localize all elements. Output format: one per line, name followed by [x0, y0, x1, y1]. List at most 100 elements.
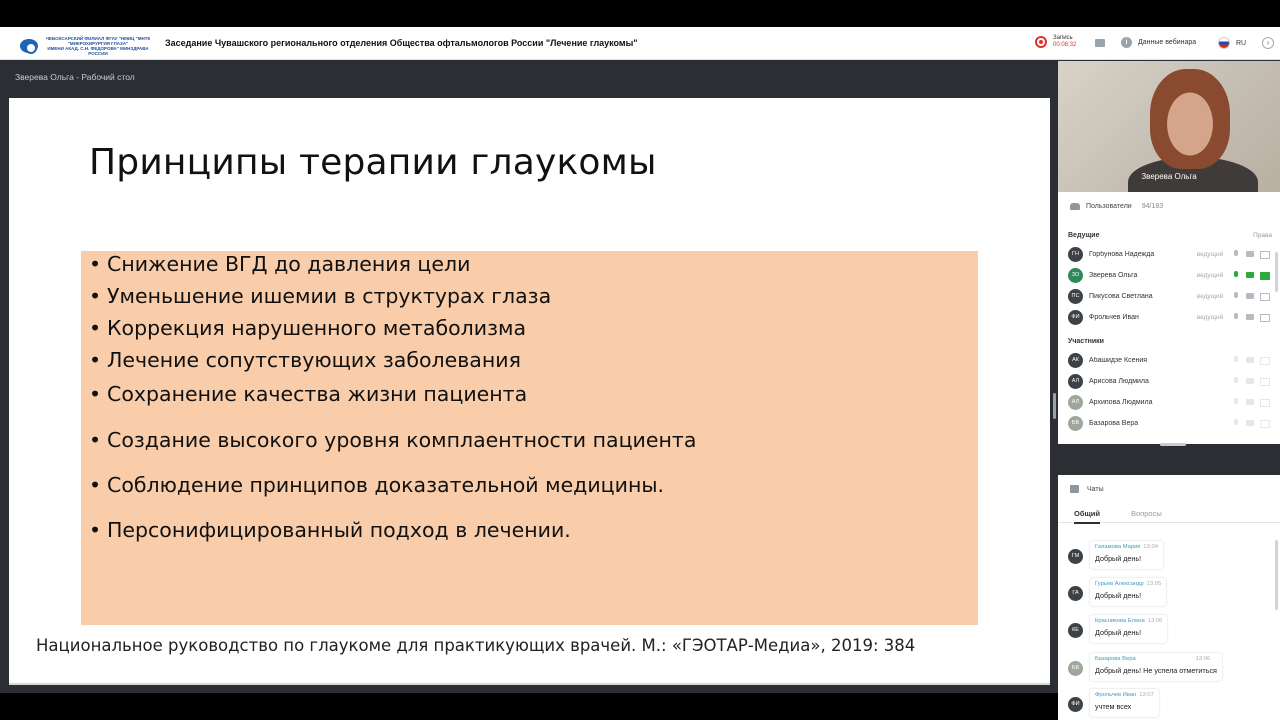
screen-share-icon[interactable] [1260, 292, 1270, 301]
chat-panel: Чаты Общий Вопросы ГМ Галамова Мария 13:0… [1058, 475, 1280, 720]
camera-icon[interactable] [1246, 377, 1254, 385]
panel-divider-handle[interactable] [1160, 443, 1186, 446]
logo-line: ИМЕНИ АКАД. С.Н. ФЕДОРОВА" МИНЗДРАВА РОС… [47, 46, 149, 56]
tab-questions[interactable]: Вопросы [1131, 509, 1162, 518]
bullet-text: Коррекция нарушенного метаболизма [107, 316, 527, 340]
screen-share-icon[interactable] [1260, 250, 1270, 259]
bullet-text: Персонифицированный подход в лечении. [107, 518, 571, 542]
message-time: 13:04 [1143, 544, 1158, 550]
message-time: 13:06 [1195, 656, 1211, 662]
language-selector[interactable]: RU [1218, 37, 1246, 49]
screen-share-icon[interactable] [1260, 398, 1270, 407]
user-name: Арисова Людмила [1089, 377, 1149, 385]
bullet-item: • Персонифицированный подход в лечении. [89, 518, 571, 542]
bullet-item: • Создание высокого уровня комплаентности… [89, 428, 696, 452]
user-row[interactable]: ГН Горбунова Надежда ведущий [1068, 246, 1270, 262]
bullet-item: • Снижение ВГД до давления цели [89, 252, 470, 276]
record-status[interactable]: Запись 00:08:32 [1035, 35, 1076, 49]
camera-icon[interactable] [1246, 419, 1254, 427]
microphone-icon[interactable] [1232, 250, 1240, 258]
chat-scrollbar[interactable] [1275, 540, 1278, 610]
chat-message: КЕ Красникова Елена 13:06 Добрый день! [1068, 615, 1278, 645]
users-header[interactable]: Пользователи 94/183 [1070, 203, 1163, 210]
camera-icon[interactable] [1246, 292, 1254, 300]
avatar: ГН [1068, 246, 1083, 262]
user-role: ведущий [1196, 313, 1224, 321]
chat-icon [1070, 485, 1079, 493]
slide-citation: Национальное руководство по глаукоме для… [36, 636, 916, 655]
chat-header: Чаты [1070, 485, 1104, 493]
presenter-label: Зверева Ольга - Рабочий стол [15, 72, 135, 82]
chat-message: ФИ Фрольчев Иван 13:07 учтем всех [1068, 689, 1278, 719]
user-name: Зверева Ольга [1089, 271, 1138, 279]
user-role: ведущий [1196, 250, 1224, 258]
bullet-text: Создание высокого уровня комплаентности … [107, 428, 697, 452]
microphone-icon[interactable] [1232, 377, 1240, 385]
participants-label: Участники [1068, 338, 1104, 345]
record-icon [1035, 36, 1047, 48]
user-row[interactable]: АЛ Арисова Людмила [1068, 373, 1270, 389]
message-author[interactable]: Галамова Мария [1095, 544, 1140, 550]
camera-icon[interactable] [1246, 250, 1254, 258]
screen-share-icon[interactable] [1260, 419, 1270, 428]
message-author[interactable]: Фрольчев Иван [1095, 692, 1136, 698]
user-row[interactable]: ФИ Фрольчев Иван ведущий [1068, 309, 1270, 325]
video-person-head [1150, 69, 1230, 169]
user-role: ведущий [1196, 292, 1224, 300]
bullet-text: Лечение сопутствующих заболевания [107, 348, 521, 372]
webinar-data-label: Данные вебинара [1138, 39, 1197, 46]
russia-flag-icon [1218, 37, 1230, 49]
microphone-icon[interactable] [1232, 292, 1240, 300]
slide-title: Принципы терапии глаукомы [89, 142, 657, 183]
user-row[interactable]: ЗО Зверева Ольга ведущий [1068, 267, 1270, 283]
bullet-marker: • [89, 518, 102, 542]
video-name-label: Зверева Ольга [1141, 172, 1197, 181]
camera-icon[interactable] [1246, 398, 1254, 406]
user-row[interactable]: БВ Базарова Вера [1068, 415, 1270, 431]
webinar-window: ЧЕБОКСАРСКИЙ ФИЛИАЛ ФГАУ "НМИЦ "МНТК "МИ… [0, 27, 1280, 720]
message-author[interactable]: Гурьев Александр [1095, 581, 1144, 587]
folder-icon[interactable] [1095, 39, 1105, 47]
screen-share-icon[interactable] [1260, 377, 1270, 386]
camera-icon[interactable] [1246, 313, 1254, 321]
microphone-icon[interactable] [1232, 419, 1240, 427]
avatar: БВ [1068, 661, 1083, 676]
message-author[interactable]: Красникова Елена [1095, 618, 1145, 624]
microphone-icon[interactable] [1232, 356, 1240, 364]
screen-share-icon[interactable] [1260, 271, 1270, 280]
bullet-item: • Сохранение качества жизни пациента [89, 382, 527, 406]
bullet-item: • Лечение сопутствующих заболевания [89, 348, 521, 372]
user-name: Архипова Людмила [1089, 398, 1153, 406]
screen-share-icon[interactable] [1260, 356, 1270, 365]
microphone-icon[interactable] [1232, 313, 1240, 321]
camera-icon[interactable] [1246, 356, 1254, 364]
message-time: 13:07 [1139, 692, 1154, 698]
user-row[interactable]: АК Абашидзе Ксения [1068, 352, 1270, 368]
top-bar: ЧЕБОКСАРСКИЙ ФИЛИАЛ ФГАУ "НМИЦ "МНТК "МИ… [0, 27, 1280, 60]
bullets-box: • Снижение ВГД до давления цели • Уменьшен… [81, 251, 978, 625]
hosts-label: Ведущие [1068, 232, 1100, 239]
message-author[interactable]: Базарова Вера [1095, 656, 1136, 662]
panel-resize-handle[interactable] [1053, 393, 1056, 419]
screen-share-icon[interactable] [1260, 313, 1270, 322]
avatar: АК [1068, 352, 1083, 368]
webinar-data-button[interactable]: i Данные вебинара [1121, 37, 1196, 48]
user-name: Фрольчев Иван [1089, 313, 1139, 321]
users-scrollbar[interactable] [1275, 252, 1278, 292]
user-row[interactable]: ПС Пикусова Светлана ведущий [1068, 288, 1270, 304]
avatar: ФИ [1068, 309, 1083, 325]
avatar: ПС [1068, 288, 1083, 304]
microphone-icon[interactable] [1232, 271, 1240, 279]
bullet-text: Уменьшение ишемии в структурах глаза [107, 284, 552, 308]
microphone-icon[interactable] [1232, 398, 1240, 406]
presenter-video[interactable]: Зверева Ольга [1058, 61, 1280, 192]
bullet-marker: • [89, 473, 102, 497]
user-row[interactable]: АЛ Архипова Людмила [1068, 394, 1270, 410]
expand-icon[interactable]: › [1262, 37, 1274, 49]
tab-general[interactable]: Общий [1074, 509, 1101, 524]
user-name: Горбунова Надежда [1089, 250, 1155, 258]
bullet-item: • Уменьшение ишемии в структурах глаза [89, 284, 551, 308]
organization-logo: ЧЕБОКСАРСКИЙ ФИЛИАЛ ФГАУ "НМИЦ "МНТК "МИ… [20, 36, 152, 56]
bullet-item: • Коррекция нарушенного метаболизма [89, 316, 526, 340]
camera-icon[interactable] [1246, 271, 1254, 279]
